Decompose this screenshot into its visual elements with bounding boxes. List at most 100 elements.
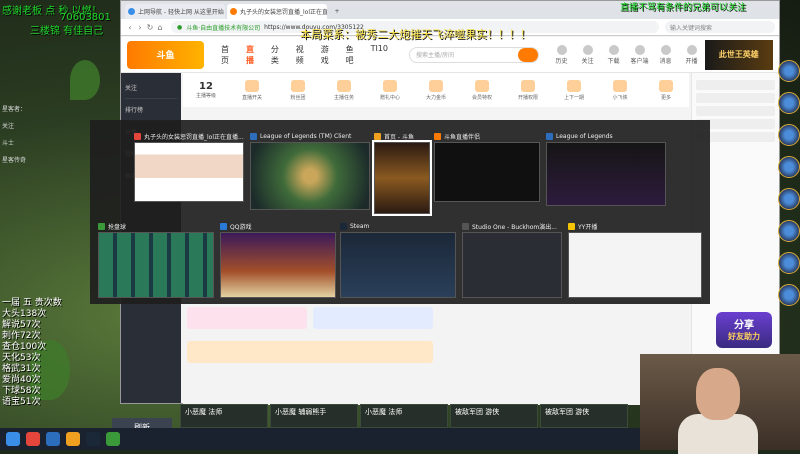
search-icon[interactable] [518,48,538,62]
stat-item[interactable]: 开播权限 [505,80,551,101]
stat-icon [613,80,627,92]
window-title: Studio One - Buckhom演出... [462,220,562,232]
monitor-icon [635,45,645,55]
stat-item[interactable]: 上下一期 [551,80,597,101]
window-thumbnail [462,232,562,298]
app-icon [568,223,575,230]
switcher-window[interactable]: League of Legends (TM) Client [250,130,370,210]
switcher-window[interactable]: League of Legends [546,130,666,206]
panel-row [696,93,775,103]
app-icon [98,223,105,230]
share-button[interactable]: 分享 好友助力 [716,312,772,348]
switcher-window[interactable]: YY开播 [568,220,702,298]
app-icon [250,133,257,140]
message-button[interactable]: 消息 [653,45,679,65]
stat-item[interactable]: 粉丝团 [275,80,321,101]
window-title-text: Steam [350,223,369,230]
window-thumbnail [568,232,702,298]
game-slot: 小恶魔 辅弱熊手 [270,404,358,428]
url-prefix: 斗鱼·自由直播技术有限公司 [186,23,260,32]
home-icon[interactable]: ⌂ [155,23,165,32]
new-tab-button[interactable]: + [329,4,345,19]
game-slot: 被敌军团 游侠 [450,404,538,428]
hero-avatar [778,220,800,242]
overlay-notice: 直播不骂有条件的兄弟可以关注 [620,0,746,13]
download-button[interactable]: 下载 [601,45,627,65]
sidebar-item-rank[interactable]: 排行榜 [125,99,177,121]
stat-item[interactable]: 主播任务 [321,80,367,101]
start-live-button[interactable]: 开播 [679,45,705,65]
window-title: 斗鱼直播伴侣 [434,130,540,142]
hero-avatar [778,156,800,178]
stat-icon [291,80,305,92]
window-title: YY开播 [568,220,702,232]
counter-line: 格武31次 [2,364,72,375]
nav-category[interactable]: 分类 [264,44,289,66]
window-title-text: Studio One - Buckhom演出... [472,222,557,231]
stat-item[interactable]: 赠礼中心 [367,80,413,101]
follow-button[interactable]: 关注 [575,45,601,65]
taskbar-app-icon[interactable] [26,432,40,446]
douyu-search-placeholder: 搜索主播/房间 [416,50,454,59]
taskbar-app-icon[interactable] [46,432,60,446]
heart-icon [583,45,593,55]
back-icon[interactable]: ‹ [125,23,135,32]
history-button[interactable]: 历史 [549,45,575,65]
sidebar-item-follow[interactable]: 关注 [125,77,177,99]
tab-1[interactable]: 上网导航 - 轻快上网 从这里开始 [125,4,225,19]
forward-icon[interactable]: › [135,23,145,32]
room-list [183,301,689,405]
browser-search-input[interactable]: 输入关键词搜索 [665,21,775,33]
switcher-window[interactable]: 抢盘球 [98,220,214,298]
stat-item[interactable]: 大力金币 [413,80,459,101]
window-thumbnail [434,142,540,202]
nav-live[interactable]: 直播 [239,44,264,66]
room-card[interactable] [187,341,433,363]
counter-line: 查仓100次 [2,342,72,353]
taskbar-app-icon[interactable] [66,432,80,446]
app-icon [462,223,469,230]
hero-avatar [778,188,800,210]
stat-item[interactable]: 会员特权 [459,80,505,101]
refresh-icon[interactable]: ↻ [145,23,155,32]
counter-line: 解说57次 [2,320,72,331]
anchor-stats-bar: 12主播等级 直播开关 粉丝团 主播任务 赠礼中心 大力金币 会员特权 开播权限… [183,73,689,107]
app-icon [434,133,441,140]
stat-icon [521,80,535,92]
switcher-window[interactable]: QQ游戏 [220,220,336,298]
stat-label: 上下一期 [564,95,584,101]
window-title-text: 抢盘球 [108,222,126,231]
nav-game[interactable]: 游戏 [314,44,339,66]
switcher-window[interactable]: Studio One - Buckhom演出... [462,220,562,298]
start-icon[interactable] [6,432,20,446]
chat-line: 关注 [0,117,96,134]
client-button[interactable]: 客户端 [627,45,653,65]
nav-ti10[interactable]: TI10 [364,44,395,66]
tab-2-active[interactable]: 丸子头的女装惩罚直播_lol正在直播 [227,4,327,19]
nav-yuba[interactable]: 鱼吧 [339,44,364,66]
stat-item[interactable]: 直播开关 [229,80,275,101]
switcher-window[interactable]: Steam [340,220,456,298]
taskbar-app-icon[interactable] [86,432,100,446]
stat-label: 大力金币 [426,95,446,101]
room-card[interactable] [187,307,307,329]
window-title: Steam [340,220,456,232]
promo-banner[interactable]: 此世王英雄 [705,40,773,70]
douyu-search-input[interactable]: 搜索主播/房间 [409,47,539,63]
stat-anchor-level[interactable]: 12主播等级 [183,81,229,99]
switcher-window[interactable]: 丸子头的女装惩罚直播_lol正在直播... [134,130,244,202]
room-card[interactable] [313,307,433,329]
nav-video[interactable]: 视频 [289,44,314,66]
switcher-window[interactable]: 斗鱼直播伴侣 [434,130,540,202]
share-subtitle: 好友助力 [716,331,772,342]
window-thumbnail [134,142,244,202]
nav-home[interactable]: 首页 [214,44,239,66]
douyu-nav: 首页 直播 分类 视频 游戏 鱼吧 TI10 [214,44,395,66]
stat-item[interactable]: 小飞侠 [597,80,643,101]
window-thumbnail [250,142,370,210]
share-title: 分享 [716,316,772,331]
taskbar-app-icon[interactable] [106,432,120,446]
switcher-window-selected[interactable]: 首页 - 斗鱼 [374,130,430,214]
stat-more[interactable]: 更多 [643,80,689,101]
douyu-logo[interactable]: 斗鱼 [127,41,204,69]
